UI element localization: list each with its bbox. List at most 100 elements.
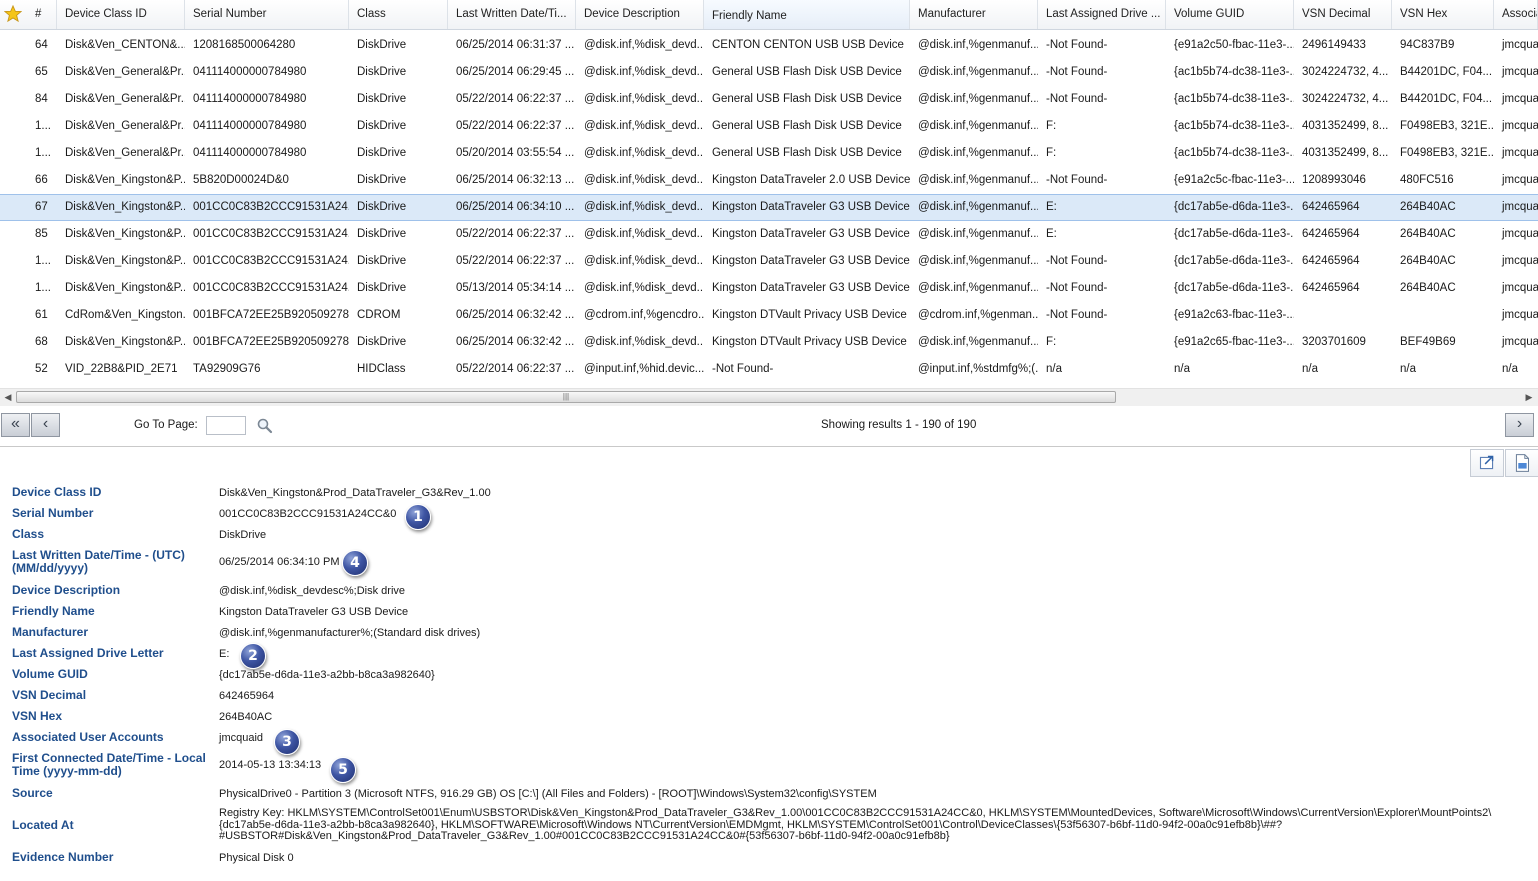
field-value: 642465964 <box>219 690 275 702</box>
table-cell: 264B40AC <box>1400 282 1456 294</box>
table-cell: @cdrom.inf,%gencdro... <box>584 309 704 321</box>
table-cell: 001CC0C83B2CCC91531A24... <box>193 228 349 240</box>
table-row[interactable]: 66 Disk&Ven_Kingston&P... 5B820D00024D&0 Di… <box>0 167 1538 194</box>
column-header[interactable]: Last Written Date/Ti... <box>448 0 576 29</box>
table-row[interactable]: 61 CdRom&Ven_Kingston... 001BFCA72EE25B920… <box>0 302 1538 329</box>
table-cell: -Not Found- <box>1046 66 1108 78</box>
field-label: Source <box>12 786 53 800</box>
table-cell: 65 <box>35 66 48 78</box>
field-value: 06/25/2014 06:34:10 PM <box>219 556 340 568</box>
table-cell: n/a <box>1400 363 1416 375</box>
table-row[interactable]: 64 Disk&Ven_CENTON&... 1208168500064280 Dis… <box>0 32 1538 59</box>
table-cell: General USB Flash Disk USB Device <box>712 147 902 159</box>
table-cell: @disk.inf,%genmanuf... <box>918 336 1038 348</box>
table-cell: @disk.inf,%genmanuf... <box>918 255 1038 267</box>
table-cell: 06/25/2014 06:32:42 ... <box>456 336 575 348</box>
table-cell: -Not Found- <box>1046 309 1108 321</box>
table-cell: @disk.inf,%disk_devd... <box>584 66 704 78</box>
table-cell: DiskDrive <box>357 120 407 132</box>
table-row[interactable]: 1... Disk&Ven_General&Pr... 04111400000078… <box>0 140 1538 167</box>
popout-button[interactable] <box>1470 449 1504 477</box>
column-header[interactable]: # <box>27 0 57 29</box>
table-cell: 3203701609 <box>1302 336 1366 348</box>
table-cell: General USB Flash Disk USB Device <box>712 120 902 132</box>
goto-page-input[interactable] <box>206 416 246 435</box>
column-header[interactable]: Device Class ID <box>57 0 185 29</box>
table-cell: {dc17ab5e-d6da-11e3-... <box>1174 282 1294 294</box>
artifact-grid[interactable]: # Device Class ID Serial Number Class Last W… <box>0 0 1538 388</box>
column-header[interactable]: VSN Decimal <box>1294 0 1392 29</box>
table-cell: 68 <box>35 336 48 348</box>
table-row[interactable]: 67 Disk&Ven_Kingston&P... 001CC0C83B2CCC91… <box>0 194 1538 221</box>
table-cell: @disk.inf,%genmanuf... <box>918 201 1038 213</box>
table-cell: 94C837B9 <box>1400 39 1455 51</box>
column-header[interactable]: Associa <box>1494 0 1538 29</box>
search-icon[interactable] <box>256 417 274 435</box>
table-row[interactable]: 1... Disk&Ven_General&Pr... 04111400000078… <box>0 113 1538 140</box>
horizontal-scrollbar[interactable]: ◀ ||| ▶ <box>0 388 1538 406</box>
table-cell: 84 <box>35 93 48 105</box>
table-cell: 642465964 <box>1302 255 1360 267</box>
table-cell: @disk.inf,%disk_devd... <box>584 201 704 213</box>
scroll-left-icon[interactable]: ◀ <box>1 391 15 404</box>
table-cell: Disk&Ven_Kingston&P... <box>65 282 185 294</box>
star-icon[interactable] <box>4 5 22 23</box>
table-row[interactable]: 1... Disk&Ven_Kingston&P... 001CC0C83B2CCC… <box>0 248 1538 275</box>
table-cell: E: <box>1046 228 1057 240</box>
table-cell: {e91a2c63-fbac-11e3-... <box>1174 309 1294 321</box>
column-header[interactable]: Volume GUID <box>1166 0 1294 29</box>
table-cell: @disk.inf,%genmanuf... <box>918 282 1038 294</box>
table-cell: DiskDrive <box>357 93 407 105</box>
column-header[interactable]: Device Description <box>576 0 704 29</box>
column-header[interactable]: VSN Hex <box>1392 0 1494 29</box>
table-cell: 05/22/2014 06:22:37 ... <box>456 255 575 267</box>
table-cell: 3024224732, 4... <box>1302 66 1389 78</box>
table-cell: CdRom&Ven_Kingston... <box>65 309 185 321</box>
grid-header: # Device Class ID Serial Number Class Last W… <box>0 0 1538 30</box>
table-cell: DiskDrive <box>357 228 407 240</box>
table-cell <box>1392 302 1494 329</box>
table-cell: DiskDrive <box>357 282 407 294</box>
field-label: Friendly Name <box>12 604 95 618</box>
table-row[interactable]: 52 VID_22B8&PID_2E71 TA92909G76 HIDClass 05/… <box>0 356 1538 383</box>
export-button[interactable] <box>1505 449 1538 477</box>
table-cell: 642465964 <box>1302 201 1360 213</box>
field-value: jmcquaid <box>219 732 264 744</box>
table-cell: jmcquai <box>1502 228 1538 240</box>
table-row[interactable]: 68 Disk&Ven_Kingston&P... 001BFCA72EE25B92… <box>0 329 1538 356</box>
table-cell: 61 <box>35 309 48 321</box>
column-header[interactable]: Class <box>349 0 448 29</box>
table-cell: Disk&Ven_General&Pr... <box>65 66 185 78</box>
table-cell: Disk&Ven_General&Pr... <box>65 120 185 132</box>
column-header[interactable]: Friendly Name <box>704 0 910 29</box>
table-cell: 5B820D00024D&0 <box>193 174 289 186</box>
field-label: Last Written Date/Time - (UTC) (MM/dd/yy… <box>12 548 185 575</box>
table-cell: General USB Flash Disk USB Device <box>712 93 902 105</box>
table-row[interactable]: 1... Disk&Ven_Kingston&P... 001CC0C83B2CCC… <box>0 275 1538 302</box>
field-label: Device Description <box>12 583 121 597</box>
column-header[interactable]: Manufacturer <box>910 0 1038 29</box>
table-row[interactable]: 65 Disk&Ven_General&Pr... 0411140000007849… <box>0 59 1538 86</box>
table-cell: 041114000000784980 <box>193 66 307 78</box>
table-cell: 52 <box>35 363 48 375</box>
table-cell: jmcquai <box>1502 174 1538 186</box>
table-cell: n/a <box>1046 363 1062 375</box>
table-cell: jmcquai <box>1502 66 1538 78</box>
table-cell: 001BFCA72EE25B920509278... <box>193 336 349 348</box>
field-value: Disk&Ven_Kingston&Prod_DataTraveler_G3&R… <box>219 487 491 499</box>
table-cell: Disk&Ven_CENTON&... <box>65 39 185 51</box>
column-header[interactable]: Serial Number <box>185 0 349 29</box>
column-header[interactable]: Last Assigned Drive ... <box>1038 0 1166 29</box>
table-cell: Kingston DataTraveler 2.0 USB Device <box>712 174 910 186</box>
first-page-button[interactable]: « <box>1 413 30 437</box>
scrollbar-thumb[interactable]: ||| <box>16 391 1116 403</box>
table-row[interactable]: 85 Disk&Ven_Kingston&P... 001CC0C83B2CCC91… <box>0 221 1538 248</box>
table-cell: @disk.inf,%disk_devd... <box>584 174 704 186</box>
field-label: First Connected Date/Time - Local Time (… <box>12 751 206 778</box>
next-page-button[interactable]: › <box>1505 413 1534 437</box>
table-cell: @disk.inf,%genmanuf... <box>918 174 1038 186</box>
prev-page-button[interactable]: ‹ <box>31 413 60 437</box>
table-row[interactable]: 84 Disk&Ven_General&Pr... 0411140000007849… <box>0 86 1538 113</box>
field-value: 2014-05-13 13:34:13 <box>219 759 322 771</box>
scroll-right-icon[interactable]: ▶ <box>1522 391 1536 404</box>
